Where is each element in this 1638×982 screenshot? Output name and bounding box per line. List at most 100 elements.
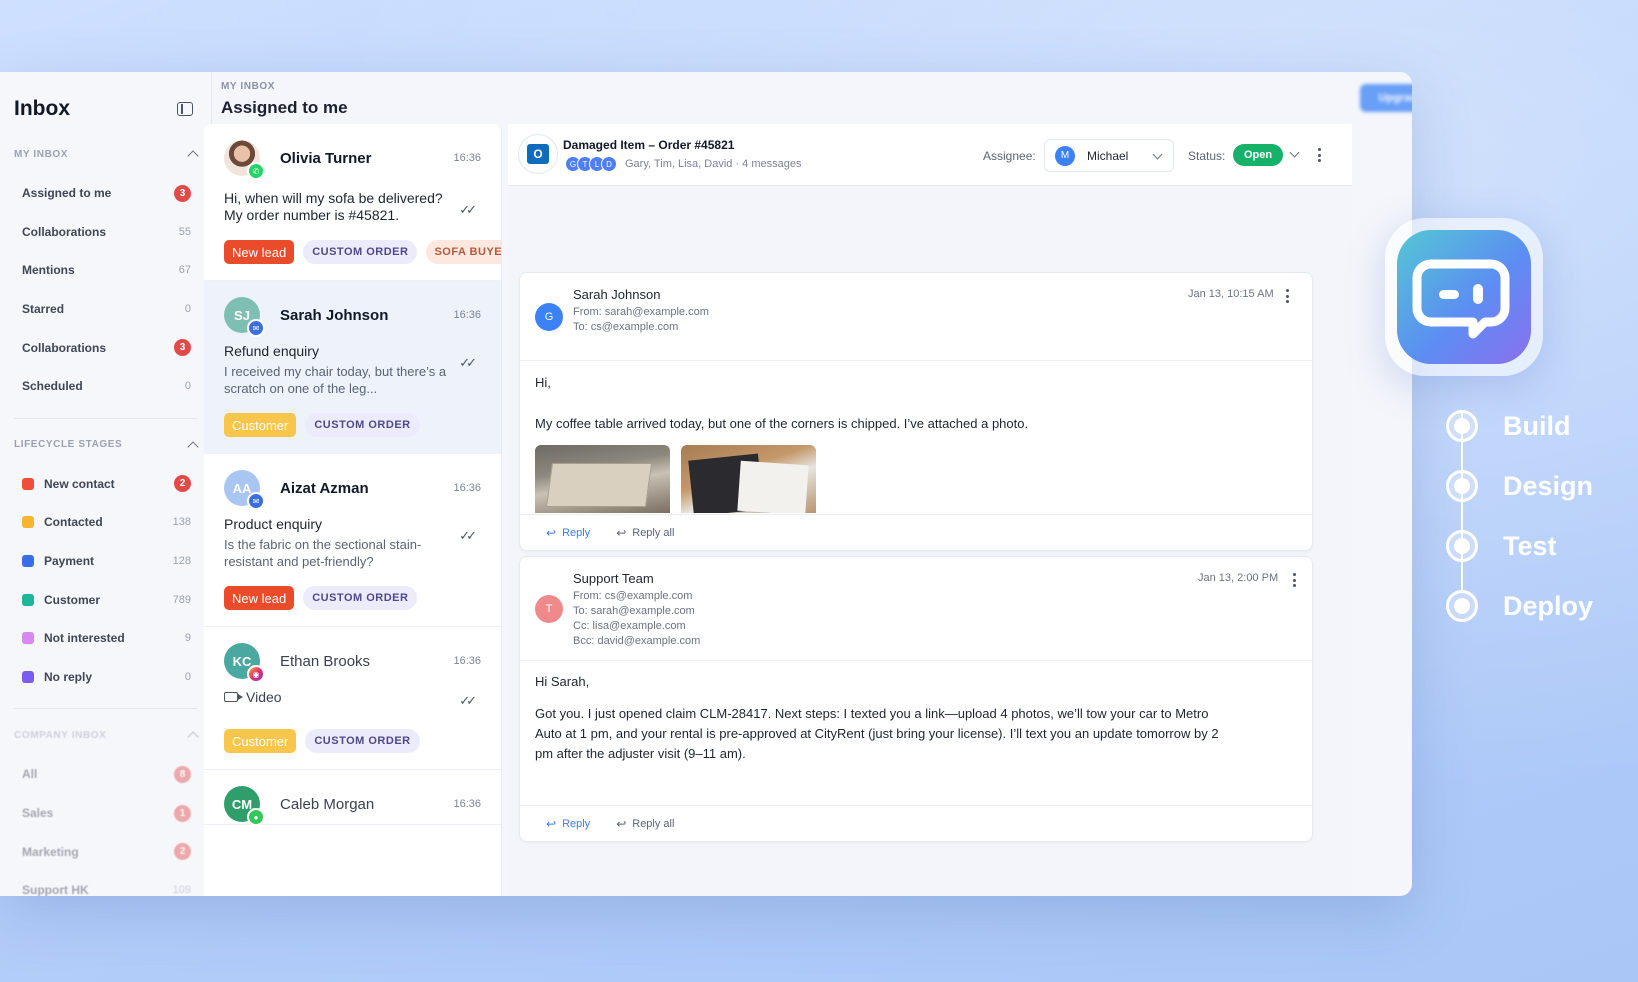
reply-button[interactable]: ↩ Reply: [546, 817, 590, 831]
conversation-item-sarah-johnson[interactable]: SJ ✉ Sarah Johnson 16:36 Refund enquiry …: [204, 281, 501, 454]
unread-badge: 3: [174, 184, 191, 202]
conversation-preview: Is the fabric on the sectional stain-res…: [224, 537, 422, 569]
sidebar-item-new-contact[interactable]: New contact 2: [14, 465, 197, 504]
chatbot-icon: [1397, 230, 1531, 364]
sidebar-item-starred[interactable]: Starred 0: [14, 290, 197, 329]
lifecycle-heading: LIFECYCLE STAGES: [14, 439, 123, 451]
unread-badge: 1: [174, 804, 191, 822]
conversation-item-caleb-morgan[interactable]: CM ● Caleb Morgan 16:36: [204, 770, 501, 826]
divider: [14, 708, 197, 710]
chevron-up-icon[interactable]: [187, 150, 199, 162]
reply-icon: ↩: [546, 525, 557, 540]
to-line: To: sarah@example.com: [573, 605, 695, 617]
avatar: SJ ✉: [224, 297, 265, 337]
sender-name: Sarah Johnson: [573, 287, 661, 302]
step-dot-icon: [1446, 530, 1478, 562]
stage-color-swatch: [22, 593, 34, 606]
tag-new-lead[interactable]: New lead: [224, 586, 295, 610]
sidebar-item-mentions[interactable]: Mentions 67: [14, 251, 197, 290]
status-badge[interactable]: Open: [1233, 144, 1284, 166]
thread-more-icon[interactable]: [1318, 148, 1322, 162]
message-more-icon[interactable]: [1286, 289, 1290, 303]
reply-all-button[interactable]: ↩ Reply all: [616, 526, 674, 540]
sidebar-item-label: All: [22, 767, 38, 782]
unread-badge: 3: [174, 339, 191, 357]
sidebar-item-marketing[interactable]: Marketing 2: [14, 832, 197, 871]
sidebar-item-contacted[interactable]: Contacted 138: [14, 503, 197, 542]
unread-badge: 8: [174, 765, 191, 783]
double-check-icon: ✓✓: [459, 202, 477, 217]
message-greeting: Hi,: [535, 375, 551, 390]
sidebar-item-label: Payment: [44, 554, 95, 569]
stage-color-swatch: [22, 555, 34, 568]
sidebar-item-collaborations[interactable]: Collaborations 55: [14, 213, 197, 252]
sidebar-item-payment[interactable]: Payment 128: [14, 542, 197, 581]
unread-badge: 2: [174, 475, 191, 493]
chevron-down-icon: [1152, 149, 1163, 160]
double-check-icon: ✓✓: [459, 693, 477, 708]
chevron-up-icon[interactable]: [187, 731, 199, 743]
sidebar-item-label: Marketing: [22, 844, 79, 859]
sidebar-item-sales[interactable]: Sales 1: [14, 794, 197, 833]
item-count: 128: [172, 555, 191, 568]
message-body: Got you. I just opened claim CLM-28417. …: [535, 706, 1219, 761]
sidebar-item-not-interested[interactable]: Not interested 9: [14, 619, 197, 658]
sidebar-item-customer[interactable]: Customer 789: [14, 580, 197, 619]
sidebar-item-label: Sales: [22, 806, 54, 821]
participant-avatar: D: [601, 156, 617, 172]
sidebar-item-scheduled[interactable]: Scheduled 0: [14, 367, 197, 406]
conversation-item-ethan-brooks[interactable]: KC ◉ Ethan Brooks 16:36 Video ✓✓ Custome…: [204, 627, 501, 770]
conversation-preview: Hi, when will my sofa be delivered? My o…: [224, 190, 443, 223]
sidebar-item-all[interactable]: All 8: [14, 755, 197, 794]
tag-new-lead[interactable]: New lead: [224, 240, 295, 264]
chevron-up-icon[interactable]: [187, 440, 199, 453]
double-check-icon: ✓✓: [459, 355, 477, 370]
reply-all-button[interactable]: ↩ Reply all: [616, 817, 674, 831]
breadcrumb: MY INBOX: [221, 81, 276, 92]
message-greeting: Hi Sarah,: [535, 674, 590, 689]
status-label: Status:: [1188, 149, 1226, 163]
sidebar-item-support-hk[interactable]: Support HK 109: [14, 871, 197, 896]
tag-customer[interactable]: Customer: [224, 729, 297, 753]
reply-all-label: Reply all: [632, 526, 675, 539]
avatar-initials: AA: [232, 480, 252, 496]
video-icon: [224, 692, 243, 702]
attachment-photo-table[interactable]: [681, 445, 816, 513]
conversation-time: 16:36: [453, 798, 481, 810]
step-label: Build: [1503, 410, 1571, 441]
tag-sofa-buyer[interactable]: SOFA BUYER: [426, 240, 501, 264]
sidebar-item-collaborations-2[interactable]: Collaborations 3: [14, 328, 197, 367]
reply-all-icon: ↩: [616, 525, 627, 540]
message-more-icon[interactable]: [1293, 573, 1297, 587]
sidebar-item-label: Customer: [44, 592, 101, 607]
to-line: To: cs@example.com: [573, 321, 679, 333]
step-dot-icon: [1446, 470, 1478, 502]
from-line: From: sarah@example.com: [573, 306, 709, 318]
step-label: Test: [1503, 530, 1557, 561]
attachment-photo-box[interactable]: [535, 445, 670, 513]
tag-customer[interactable]: Customer: [224, 413, 297, 437]
participants: G T L D Gary, Tim, Lisa, David · 4 messa…: [565, 156, 801, 172]
thread-subject: Damaged Item – Order #45821: [563, 138, 735, 152]
tag-custom-order[interactable]: CUSTOM ORDER: [305, 729, 420, 753]
lifecycle-section: LIFECYCLE STAGES New contact 2 Contacted…: [0, 433, 211, 710]
conversation-preview: I received my chair today, but there’s a…: [224, 364, 447, 396]
sidebar-item-label: Collaborations: [22, 340, 107, 355]
status-chevron-down-icon[interactable]: [1289, 147, 1300, 158]
conversation-time: 16:36: [453, 655, 481, 667]
collapse-sidebar-icon[interactable]: [177, 102, 193, 116]
conversation-item-olivia-turner[interactable]: ✆ Olivia Turner 16:36 Hi, when will my s…: [204, 124, 501, 281]
sidebar-item-assigned-to-me[interactable]: Assigned to me 3: [14, 174, 197, 213]
tag-custom-order[interactable]: CUSTOM ORDER: [303, 240, 418, 264]
sidebar-item-no-reply[interactable]: No reply 0: [14, 658, 197, 697]
step-dot-icon: [1446, 410, 1478, 442]
item-count: 67: [178, 264, 191, 277]
sidebar: Inbox MY INBOX Assigned to me 3 Collabor…: [0, 72, 212, 896]
tag-custom-order[interactable]: CUSTOM ORDER: [303, 586, 418, 610]
sidebar-item-label: Starred: [22, 302, 65, 317]
assignee-select[interactable]: M Michael: [1044, 139, 1174, 172]
upgrade-plan-button[interactable]: Upgrade Plan: [1360, 84, 1412, 112]
conversation-item-aizat-azman[interactable]: AA ✉ Aizat Azman 16:36 Product enquiry I…: [204, 454, 501, 627]
reply-button[interactable]: ↩ Reply: [546, 526, 590, 540]
tag-custom-order[interactable]: CUSTOM ORDER: [305, 413, 420, 437]
